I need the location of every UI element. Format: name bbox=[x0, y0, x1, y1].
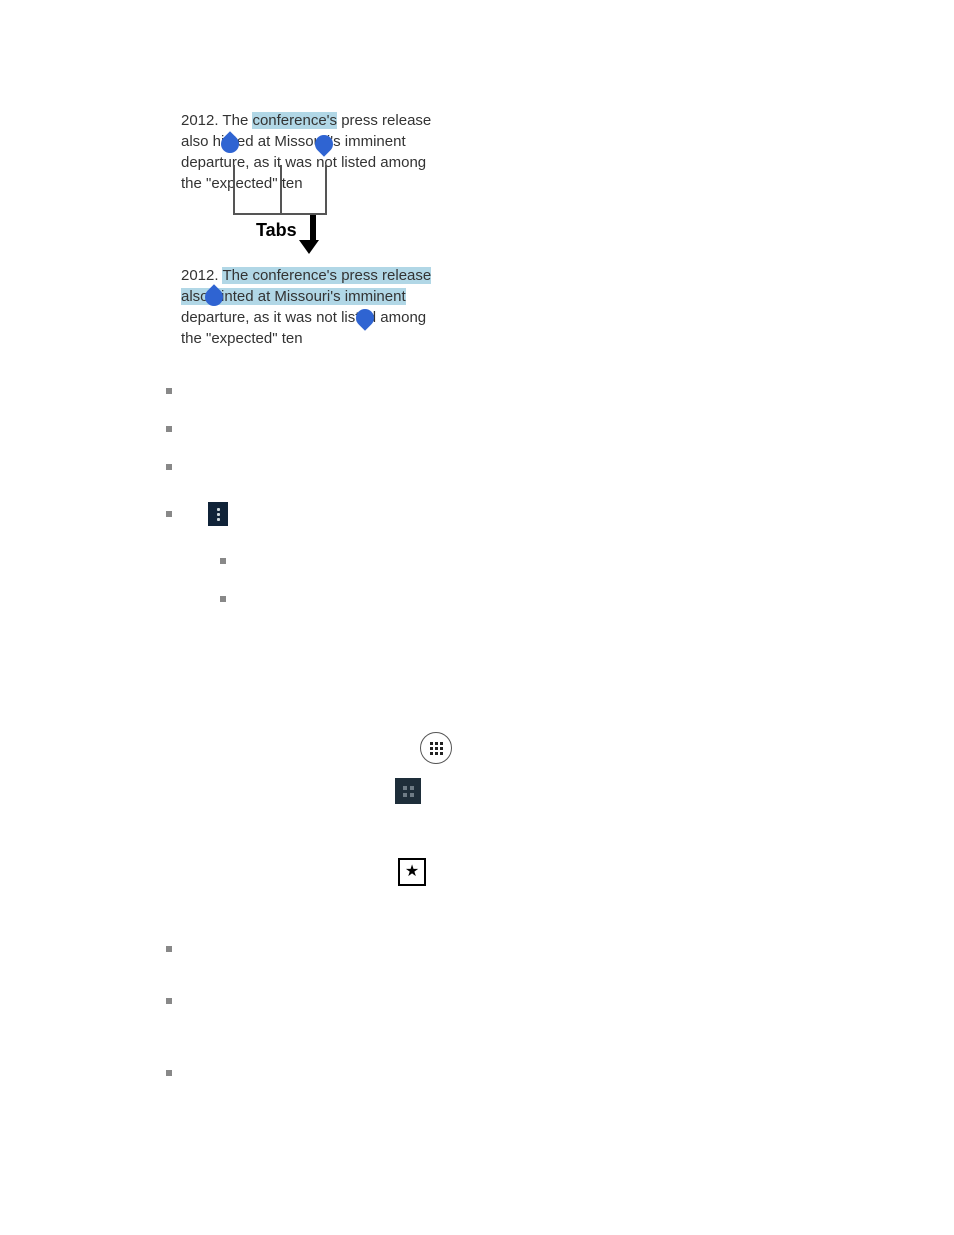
bullet-icon bbox=[166, 464, 172, 470]
tabs-label: Tabs bbox=[256, 220, 297, 241]
bullet-icon bbox=[166, 998, 172, 1004]
bullet-icon bbox=[166, 388, 172, 394]
snippet-bottom-a: 2012. bbox=[181, 267, 222, 284]
bullet-icon bbox=[220, 558, 226, 564]
outline-list-2 bbox=[166, 940, 198, 1116]
list-item bbox=[166, 1064, 198, 1082]
list-item bbox=[166, 426, 252, 432]
dark-grid-icon[interactable] bbox=[395, 778, 421, 804]
list-item bbox=[166, 388, 252, 394]
bullet-icon bbox=[166, 511, 172, 517]
snippet-bottom: 2012. The conference's press release als… bbox=[181, 265, 447, 349]
snippet-top-highlight: conference's bbox=[252, 112, 337, 129]
snippet-bottom-b: departure, as it was not listed among th… bbox=[181, 309, 426, 347]
bullet-icon bbox=[166, 946, 172, 952]
bullet-icon bbox=[166, 1070, 172, 1076]
list-item bbox=[166, 992, 198, 1010]
apps-grid-icon[interactable] bbox=[420, 732, 452, 764]
page: 2012. The conference's press release als… bbox=[0, 0, 954, 1235]
list-item bbox=[166, 502, 252, 526]
tab-markers bbox=[233, 165, 327, 215]
list-item bbox=[166, 464, 252, 470]
selection-example-figure: 2012. The conference's press release als… bbox=[181, 110, 447, 194]
list-item bbox=[166, 940, 198, 958]
list-item bbox=[220, 596, 252, 602]
arrow-down-icon bbox=[306, 215, 319, 254]
bullet-icon bbox=[166, 426, 172, 432]
list-item bbox=[220, 558, 252, 564]
star-box-icon[interactable]: ★ bbox=[398, 858, 426, 886]
outline-list bbox=[166, 388, 252, 634]
kebab-icon[interactable] bbox=[208, 502, 228, 526]
bullet-icon bbox=[220, 596, 226, 602]
snippet-top-a: 2012. The bbox=[181, 112, 252, 129]
